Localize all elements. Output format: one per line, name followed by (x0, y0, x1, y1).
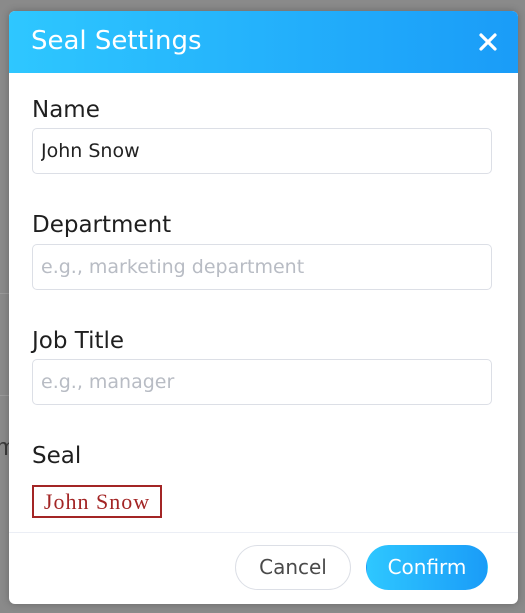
dialog-header: Seal Settings (9, 11, 518, 73)
close-icon (479, 33, 497, 51)
dialog-title: Seal Settings (31, 26, 202, 56)
department-input[interactable] (32, 244, 492, 290)
seal-preview: John Snow (32, 485, 162, 518)
seal-settings-dialog: Seal Settings Name Department Job Title … (9, 11, 518, 604)
job-title-label: Job Title (32, 328, 125, 354)
job-title-input[interactable] (32, 359, 492, 405)
name-label: Name (32, 97, 100, 123)
close-button[interactable] (474, 28, 502, 56)
department-label: Department (32, 212, 172, 238)
seal-label: Seal (32, 443, 82, 469)
cancel-button[interactable]: Cancel (235, 545, 351, 590)
name-input[interactable] (32, 128, 492, 174)
confirm-button[interactable]: Confirm (366, 545, 488, 590)
footer-divider (9, 532, 518, 533)
